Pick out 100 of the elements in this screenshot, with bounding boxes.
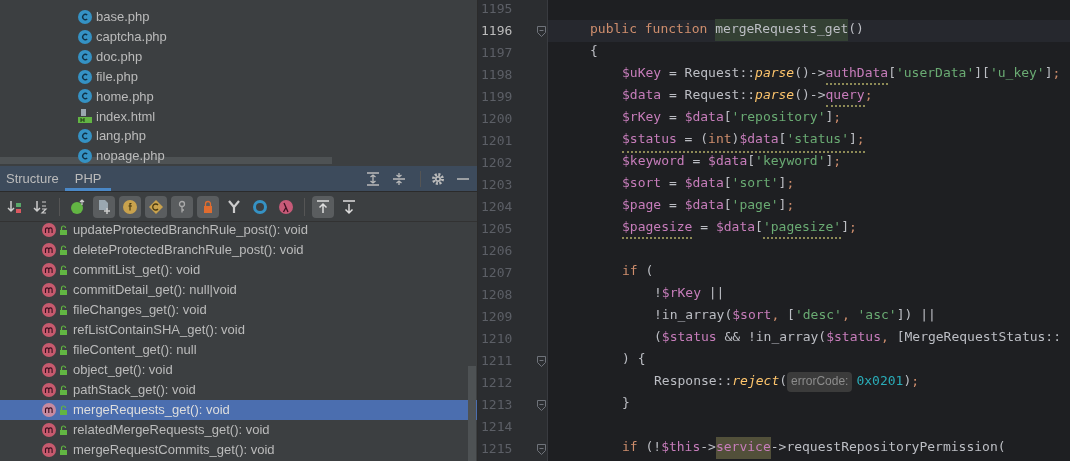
code-line: $status = (int)$data['status']; — [622, 129, 865, 153]
unlock-icon — [59, 265, 69, 275]
file-name[interactable]: nopage.php — [96, 146, 165, 166]
structure-item[interactable]: relatedMergeRequests_get(): void — [0, 420, 477, 440]
method-icon — [42, 263, 56, 277]
ring-icon — [252, 198, 268, 215]
code-line: !in_array($sort, ['desc', 'asc']) || — [654, 306, 936, 325]
unlock-icon — [59, 425, 69, 435]
method-icon — [42, 323, 56, 337]
class-icon — [78, 149, 92, 164]
method-icon — [42, 283, 56, 297]
structure-item[interactable]: deleteProtectedBranchRule_post(): void — [0, 240, 477, 260]
method-icon — [42, 383, 56, 397]
code-line: $pagesize = $data['pagesize']; — [622, 217, 857, 241]
code-line: ) { — [622, 350, 646, 369]
toolbar-button[interactable] — [119, 195, 141, 218]
structure-item[interactable]: commitList_get(): void — [0, 260, 477, 280]
file-name[interactable]: file.php — [96, 66, 138, 87]
code-line: $uKey = Request::parse()->authData['userData']['u_key']; — [622, 63, 1061, 87]
file-name[interactable]: captcha.php — [96, 27, 167, 47]
file-name[interactable]: home.php — [96, 86, 154, 107]
unlock-icon — [59, 445, 69, 455]
fold-icon[interactable] — [537, 25, 547, 37]
structure-item[interactable]: commitDetail_get(): null|void — [0, 280, 477, 300]
class-icon — [78, 29, 92, 44]
class-icon — [78, 9, 92, 24]
toolbar-button[interactable] — [145, 195, 167, 218]
code-line: $rKey = $data['repository']; — [622, 108, 842, 127]
fold-icon[interactable] — [537, 355, 547, 367]
panel-tab[interactable]: Structure — [0, 166, 65, 191]
unlock-icon — [59, 245, 69, 255]
lambda-icon — [278, 198, 294, 215]
code-line: public function mergeRequests_get() — [590, 19, 864, 43]
toolbar-button[interactable] — [171, 195, 193, 218]
file-name[interactable]: base.php — [96, 7, 150, 27]
method-label: pathStack_get(): void — [73, 381, 196, 400]
code-line: $keyword = $data['keyword']; — [622, 152, 842, 171]
structure-item[interactable]: refListContainSHA_get(): void — [0, 320, 477, 340]
method-label: deleteProtectedBranchRule_post(): void — [73, 241, 304, 260]
method-label: commitDetail_get(): null|void — [73, 281, 237, 300]
code-line: $page = $data['page']; — [622, 196, 795, 215]
structure-item[interactable]: fileChanges_get(): void — [0, 300, 477, 320]
structure-item[interactable]: mergeRequestCommits_get(): void — [0, 440, 477, 460]
interface-icon — [70, 198, 86, 215]
field-icon — [122, 198, 138, 215]
sort-icon — [7, 198, 23, 215]
toolbar-button[interactable] — [197, 195, 219, 218]
expand-all-icon[interactable] — [366, 171, 380, 186]
method-label: object_get(): void — [73, 361, 173, 380]
panel-tab[interactable]: PHP — [64, 166, 112, 191]
code-line: if ( — [622, 262, 654, 281]
method-icon — [42, 243, 56, 257]
structure-item[interactable]: mergeRequests_get(): void — [0, 400, 477, 420]
class-icon — [78, 69, 92, 84]
file-name[interactable]: index.html — [96, 106, 156, 127]
vertical-scrollbar[interactable] — [468, 366, 476, 461]
method-label: updateProtectedBranchRule_post(): void — [73, 222, 308, 240]
method-label: refListContainSHA_get(): void — [73, 321, 245, 340]
scroll-down-icon — [341, 198, 357, 215]
method-icon — [42, 363, 56, 377]
file-name[interactable]: doc.php — [96, 46, 143, 67]
file-name[interactable]: lang.php — [96, 126, 146, 146]
toolbar-button[interactable] — [312, 195, 334, 218]
method-icon — [42, 223, 56, 237]
class-icon — [78, 49, 92, 64]
unlock-icon — [59, 385, 69, 395]
code-line: $sort = $data['sort']; — [622, 174, 795, 193]
fork-icon — [226, 198, 242, 215]
code-line: { — [590, 42, 598, 61]
structure-item[interactable]: pathStack_get(): void — [0, 380, 477, 400]
unlock-icon — [59, 345, 69, 355]
scroll-up-icon — [315, 198, 331, 215]
unlock-icon — [59, 225, 69, 235]
method-icon — [42, 403, 56, 417]
class-icon — [78, 129, 92, 144]
code-line: ($status && !in_array($status, [MergeRequestStatus:: — [654, 328, 1061, 347]
method-icon — [42, 303, 56, 317]
code-line: !$rKey || — [654, 284, 725, 303]
sort-alphabetically-icon — [33, 198, 49, 215]
method-icon — [42, 343, 56, 357]
structure-item[interactable]: object_get(): void — [0, 360, 477, 380]
method-icon — [42, 423, 56, 437]
structure-item[interactable]: updateProtectedBranchRule_post(): void — [0, 222, 477, 240]
method-icon — [42, 443, 56, 457]
unlock-icon — [59, 325, 69, 335]
method-label: relatedMergeRequests_get(): void — [73, 421, 270, 440]
unlock-icon — [59, 365, 69, 375]
code-line: Response::reject( errorCode: 0x0201); — [654, 371, 920, 395]
method-label: commitList_get(): void — [73, 261, 201, 280]
method-label: mergeRequestCommits_get(): void — [73, 441, 275, 460]
collapse-all-icon[interactable] — [392, 171, 406, 186]
code-line: if (!$this->service->requestRepositoryPermission( — [622, 437, 1006, 461]
method-label: fileChanges_get(): void — [73, 301, 207, 320]
fold-icon[interactable] — [537, 399, 547, 411]
settings-icon[interactable] — [431, 171, 445, 186]
constant-icon — [148, 198, 164, 215]
toolbar-button[interactable] — [93, 195, 115, 218]
unlock-icon — [59, 305, 69, 315]
fold-icon[interactable] — [537, 443, 547, 455]
structure-item[interactable]: fileContent_get(): null — [0, 340, 477, 360]
